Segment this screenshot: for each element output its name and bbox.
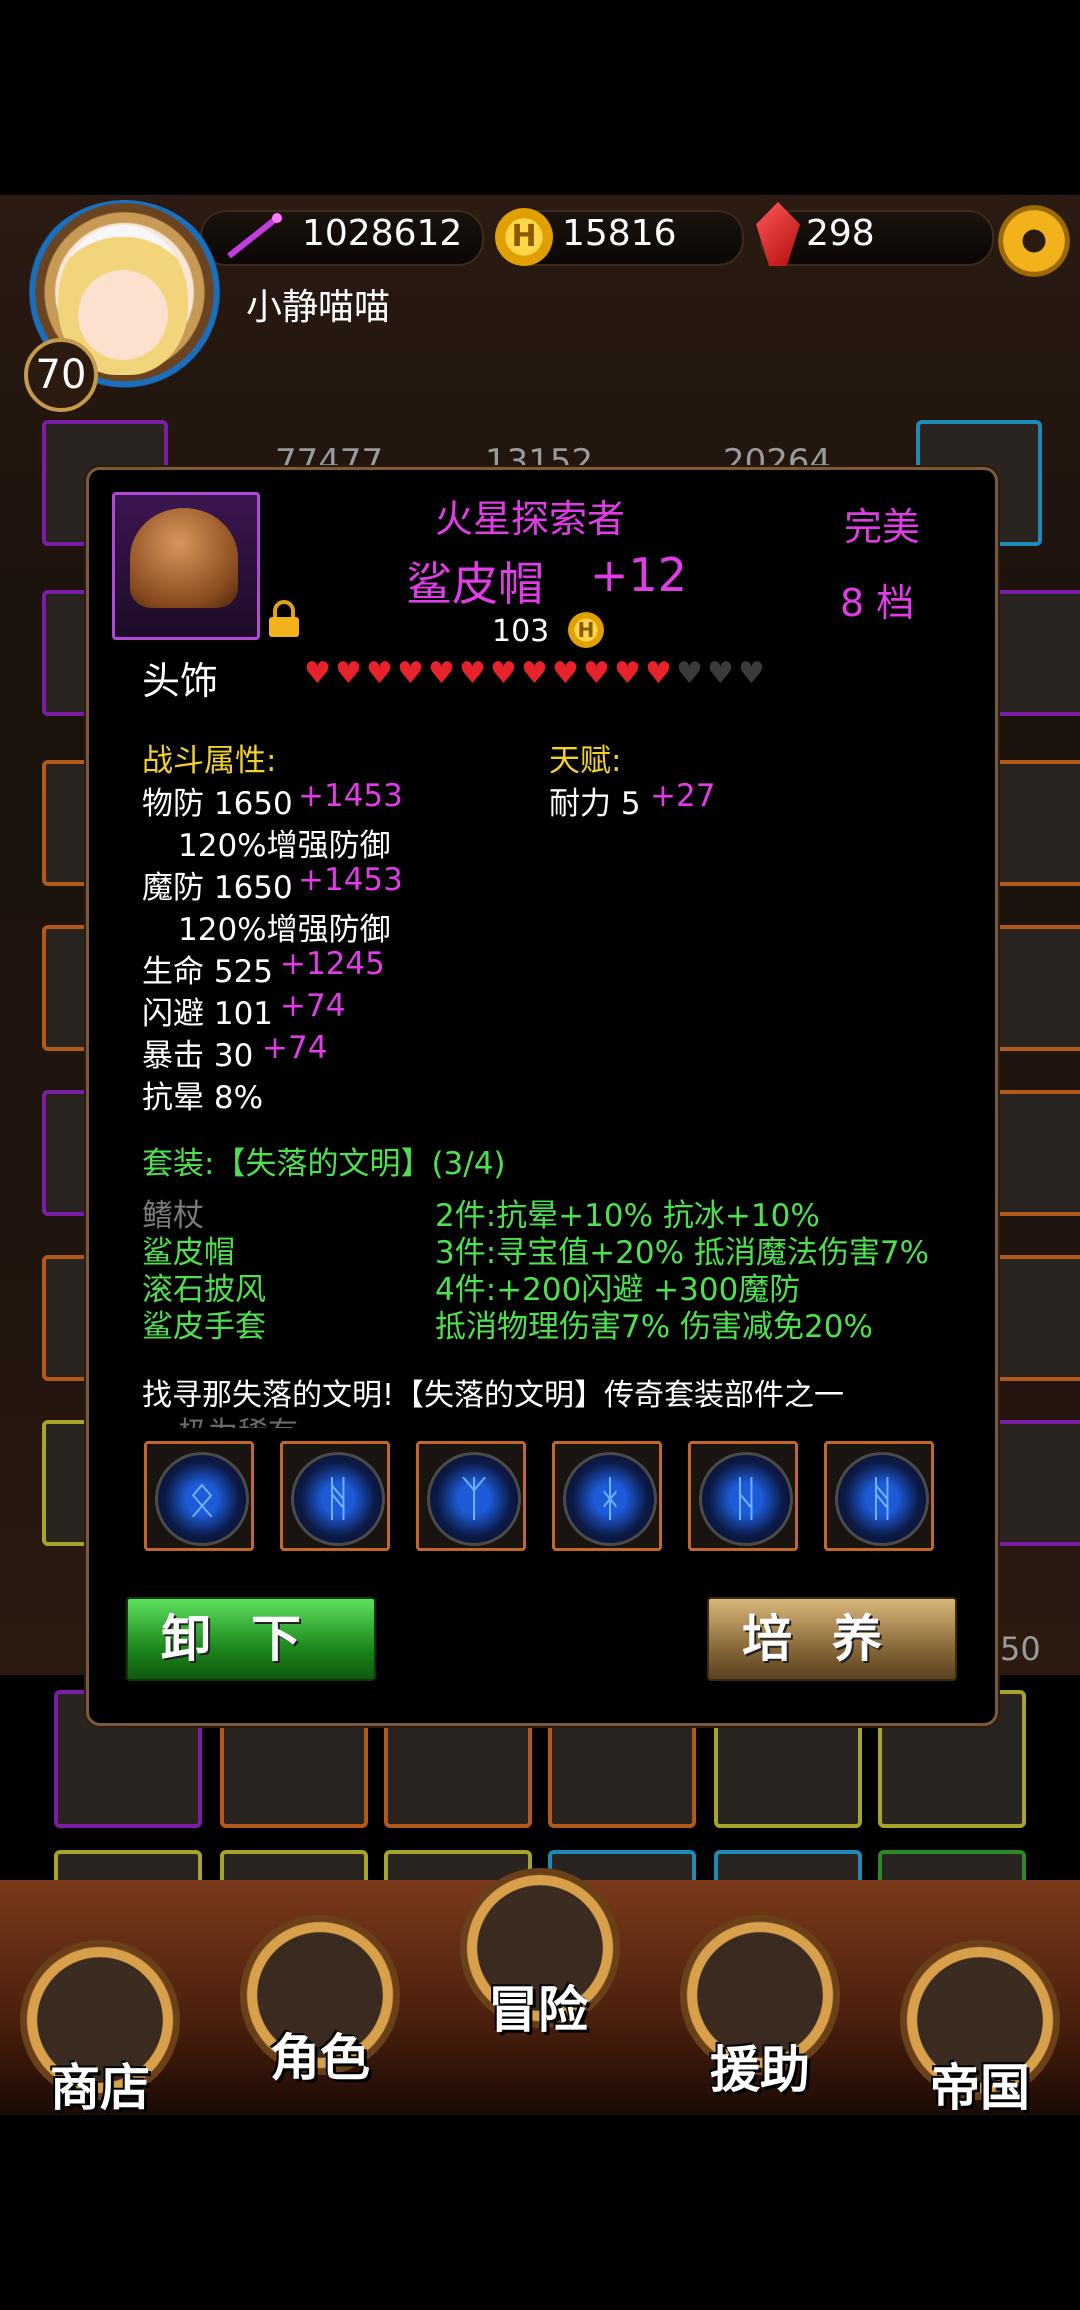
heart-full-icon: ♥ [552,656,579,691]
stat-label: 暴击 30 [142,1038,254,1074]
heart-empty-icon: ♥ [676,656,703,691]
item-slot-type: 头饰 [142,659,219,703]
heart-full-icon: ♥ [304,656,331,691]
rune-glyph-icon: ᛉ [427,1452,521,1546]
heart-full-icon: ♥ [366,656,393,691]
stat-bonus: +74 [280,988,346,1024]
stat-bonus: +1453 [298,862,403,898]
unequip-button[interactable]: 卸下 [126,1597,376,1681]
rune-glyph-icon: ᚺ [699,1452,793,1546]
rune-slot[interactable]: ᚼ [552,1441,662,1551]
item-subtitle: 火星探索者 [435,497,626,541]
stat-label: 抗晕 8% [142,1080,264,1116]
stat-bonus: +1245 [280,946,385,982]
leather-helmet-icon [130,508,238,608]
lock-icon[interactable] [266,600,302,638]
item-price: 103 [492,614,550,649]
rune-glyph-icon: ᚼ [563,1452,657,1546]
train-button[interactable]: 培养 [707,1597,957,1681]
item-enhance-level: +12 [590,548,688,602]
item-quality: 完美 [844,505,921,549]
heart-full-icon: ♥ [645,656,672,691]
nav-label: 援助 [710,2040,810,2099]
wand-icon [227,213,282,259]
nav-label: 帝国 [930,2058,1030,2117]
rune-slot[interactable]: ᚺ [688,1441,798,1551]
nav-label: 冒险 [488,1980,588,2039]
set-heading: 套装:【失落的文明】(3/4) [142,1146,506,1182]
gem-value: 298 [806,213,875,254]
player-name: 小静喵喵 [246,287,391,328]
heart-full-icon: ♥ [459,656,486,691]
rune-slot[interactable]: ᛟ [144,1441,254,1551]
power-value: 1028612 [302,213,463,254]
rune-slot[interactable]: ᛉ [416,1441,526,1551]
heart-full-icon: ♥ [428,656,455,691]
rune-slot[interactable]: ᚻ [824,1441,934,1551]
heart-full-icon: ♥ [521,656,548,691]
level-badge: 70 [24,338,98,412]
item-grade: 8 档 [840,581,915,625]
stat-label: 120%增强防御 [178,912,391,948]
heart-full-icon: ♥ [583,656,610,691]
rune-glyph-icon: ᚻ [835,1452,929,1546]
nav-label: 角色 [270,2028,370,2087]
heart-empty-icon: ♥ [738,656,765,691]
heart-full-icon: ♥ [335,656,362,691]
stat-label: 物防 1650 [142,786,293,822]
set-bonus: 抵消物理伤害7% 伤害减免20% [435,1309,873,1345]
nav-label: 商店 [50,2058,150,2117]
talent-bonus: +27 [650,778,716,814]
item-name: 鲨皮帽 [406,557,544,611]
combat-stats-heading: 战斗属性: [142,743,277,779]
talent-heading: 天赋: [549,743,622,779]
stat-bonus: +74 [262,1030,328,1066]
heart-full-icon: ♥ [397,656,424,691]
rune-glyph-icon: ᛟ [155,1452,249,1546]
talent-label: 耐力 5 [549,786,641,822]
gold-coin-icon: H [495,208,553,266]
set-piece: 鲨皮手套 [142,1309,266,1345]
heart-full-icon: ♥ [490,656,517,691]
item-description-cut: 极为稀有 [178,1408,298,1428]
heart-empty-icon: ♥ [707,656,734,691]
stat-bonus: +1453 [298,778,403,814]
heart-full-icon: ♥ [614,656,641,691]
rune-glyph-icon: ᚻ [291,1452,385,1546]
stat-label: 120%增强防御 [178,828,391,864]
stat-label: 生命 525 [142,954,274,990]
settings-gear-icon[interactable] [998,205,1070,277]
bg-partial-number: 50 [1000,1630,1041,1668]
gold-value: 15816 [562,213,677,254]
gold-coin-icon: H [568,612,604,648]
stat-label: 闪避 101 [142,996,274,1032]
rune-slot[interactable]: ᚻ [280,1441,390,1551]
stat-label: 魔防 1650 [142,870,293,906]
